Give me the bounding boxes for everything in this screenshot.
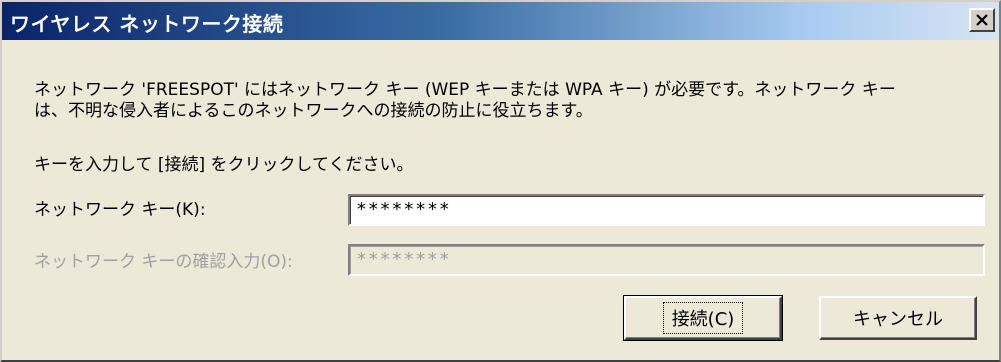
instruction-text: キーを入力して [接続] をクリックしてください。 [34, 155, 414, 175]
connect-button-label: 接続(C) [662, 302, 744, 334]
cancel-button[interactable]: キャンセル [819, 296, 977, 340]
title-bar[interactable]: ワイヤレス ネットワーク接続 [2, 2, 999, 40]
wireless-connection-dialog: ワイヤレス ネットワーク接続 ネットワーク 'FREESPOT' にはネットワー… [0, 0, 1001, 362]
close-button[interactable] [969, 8, 995, 32]
connect-button[interactable]: 接続(C) [623, 295, 783, 341]
network-key-input[interactable]: ******** [348, 194, 985, 226]
network-key-label: ネットワーク キー(K): [34, 200, 206, 220]
confirm-key-input: ******** [348, 244, 985, 276]
cancel-button-label: キャンセル [853, 309, 943, 330]
dialog-body: ネットワーク 'FREESPOT' にはネットワーク キー (WEP キーまたは… [2, 40, 999, 360]
confirm-key-label: ネットワーク キーの確認入力(O): [34, 252, 293, 272]
dialog-title: ワイヤレス ネットワーク接続 [10, 12, 284, 36]
explanation-message: ネットワーク 'FREESPOT' にはネットワーク キー (WEP キーまたは… [34, 80, 896, 121]
close-icon [976, 14, 988, 26]
